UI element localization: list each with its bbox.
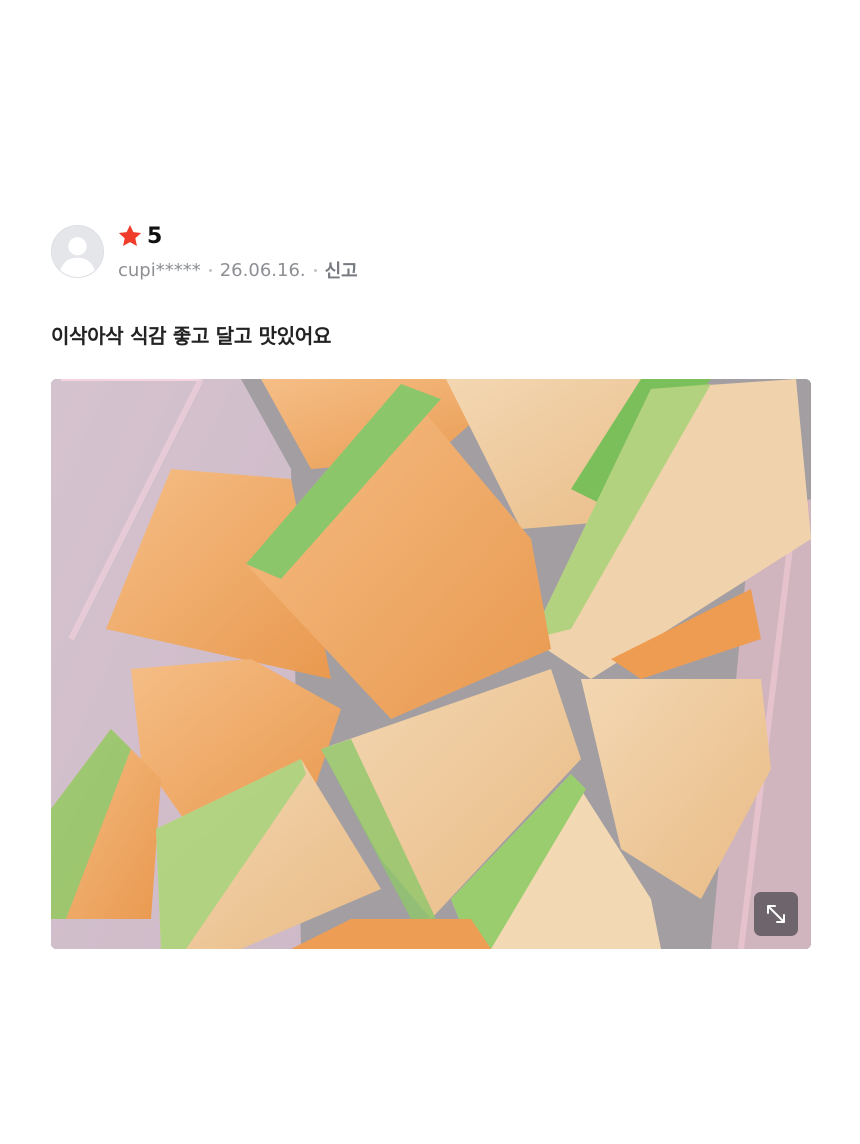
- review-date: 26.06.16.: [219, 259, 306, 281]
- expand-photo-button[interactable]: [754, 892, 798, 936]
- report-link[interactable]: 신고: [325, 257, 358, 283]
- user-avatar: [51, 225, 104, 278]
- melon-photo-image: [51, 379, 811, 949]
- rating: 5: [117, 222, 162, 250]
- star-icon: [117, 223, 143, 249]
- separator-dot: [208, 268, 212, 272]
- review-meta: cupi***** 26.06.16. 신고: [118, 257, 358, 283]
- separator-dot: [313, 268, 317, 272]
- review-text: 이삭아삭 식감 좋고 달고 맛있어요: [51, 324, 332, 348]
- rating-value: 5: [147, 223, 163, 249]
- expand-diagonal-icon: [767, 905, 785, 923]
- default-user-avatar-icon: [52, 226, 103, 277]
- username: cupi*****: [118, 259, 201, 281]
- review-item: 5 cupi***** 26.06.16. 신고 이삭아삭 식감 좋고 달고 맛…: [0, 0, 860, 1144]
- review-photo[interactable]: [51, 379, 811, 949]
